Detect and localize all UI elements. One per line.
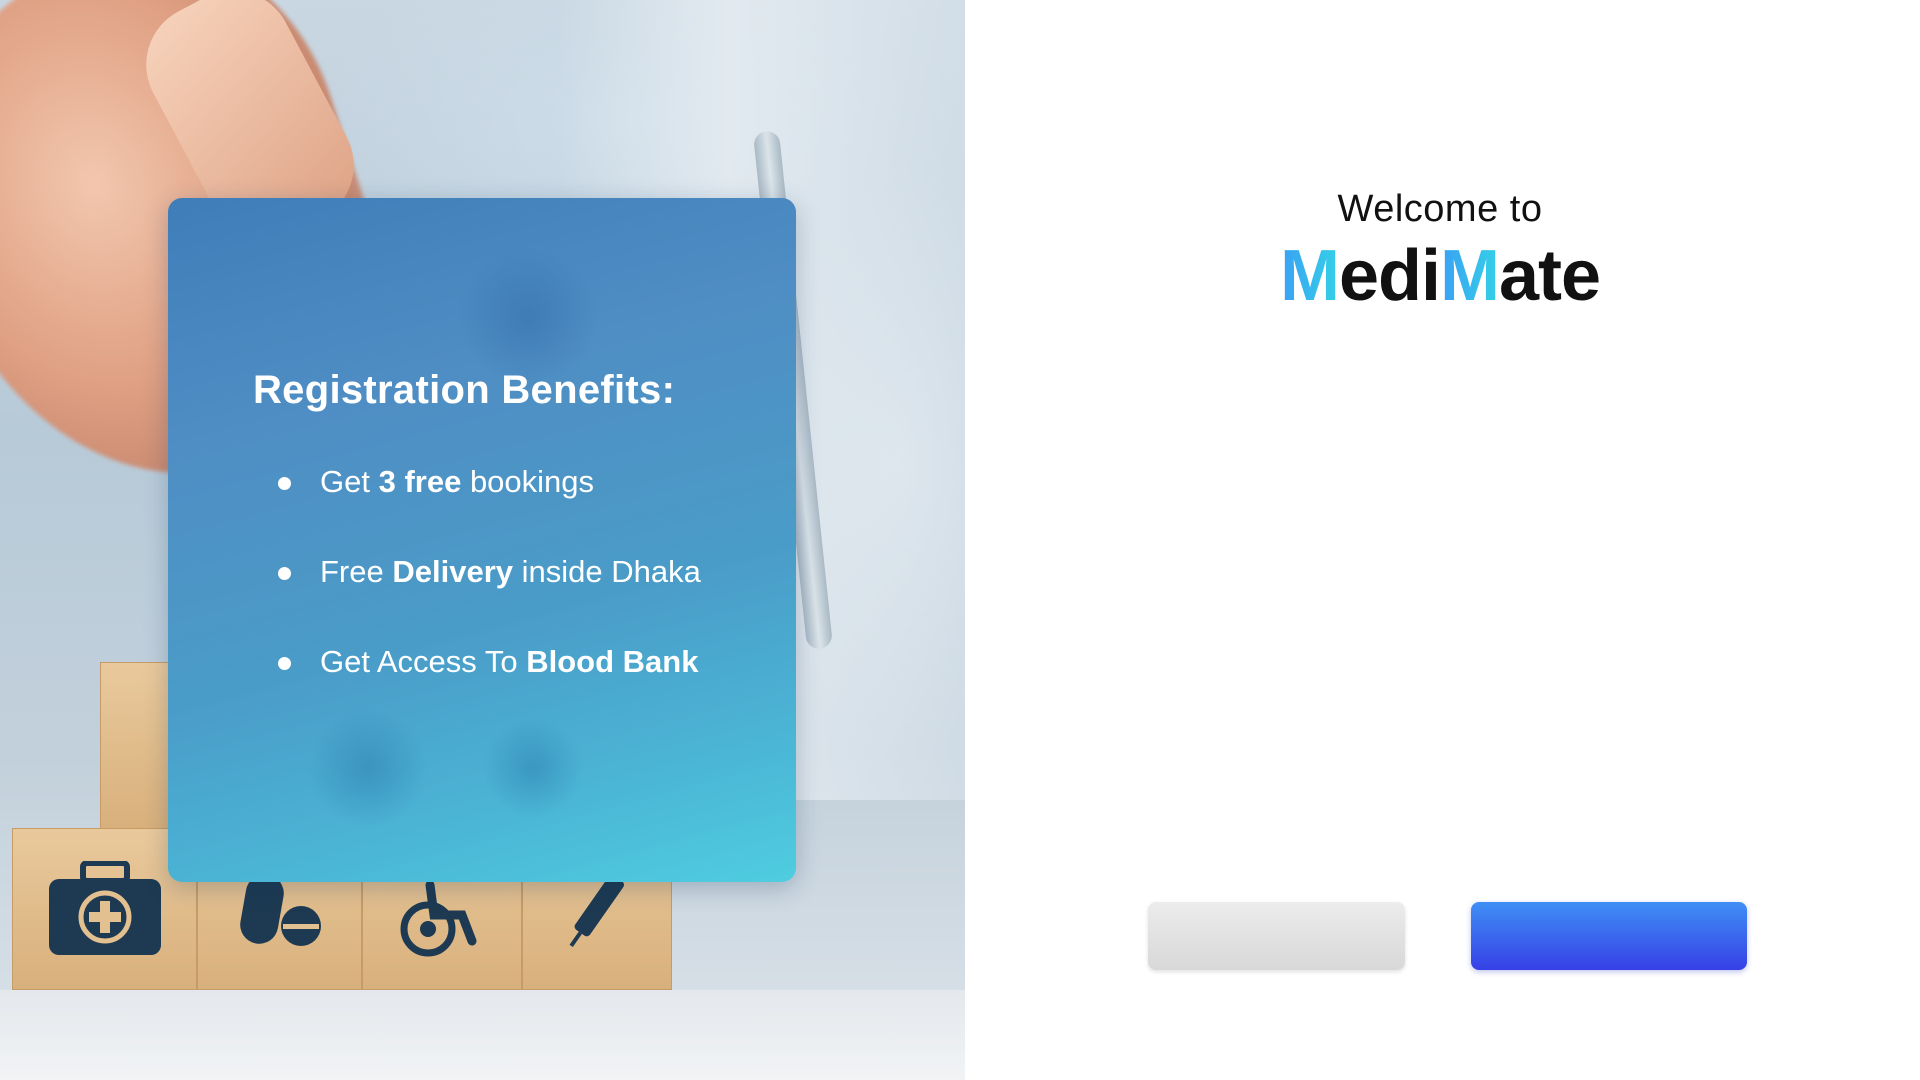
secondary-button[interactable]: [1148, 902, 1405, 970]
benefit-item: Free Delivery inside Dhaka: [278, 554, 701, 644]
table-surface: [0, 990, 965, 1080]
benefit-item: Get 3 free bookings: [278, 464, 701, 554]
registration-benefits-card: Registration Benefits: Get 3 free bookin…: [168, 198, 796, 882]
benefit-item: Get Access To Blood Bank: [278, 644, 701, 734]
registration-page: Registration Benefits: Get 3 free bookin…: [0, 0, 1920, 1080]
wooden-block-top: [100, 662, 170, 830]
primary-button[interactable]: [1471, 902, 1747, 970]
benefits-list: Get 3 free bookings Free Delivery inside…: [278, 464, 701, 734]
bullet-icon: [278, 657, 291, 670]
welcome-text: Welcome to: [1337, 188, 1543, 230]
bullet-icon: [278, 567, 291, 580]
brand-logo: MediMate: [1279, 236, 1601, 316]
first-aid-kit-icon: [48, 861, 161, 955]
benefits-title: Registration Benefits:: [253, 368, 676, 412]
bullet-icon: [278, 477, 291, 490]
